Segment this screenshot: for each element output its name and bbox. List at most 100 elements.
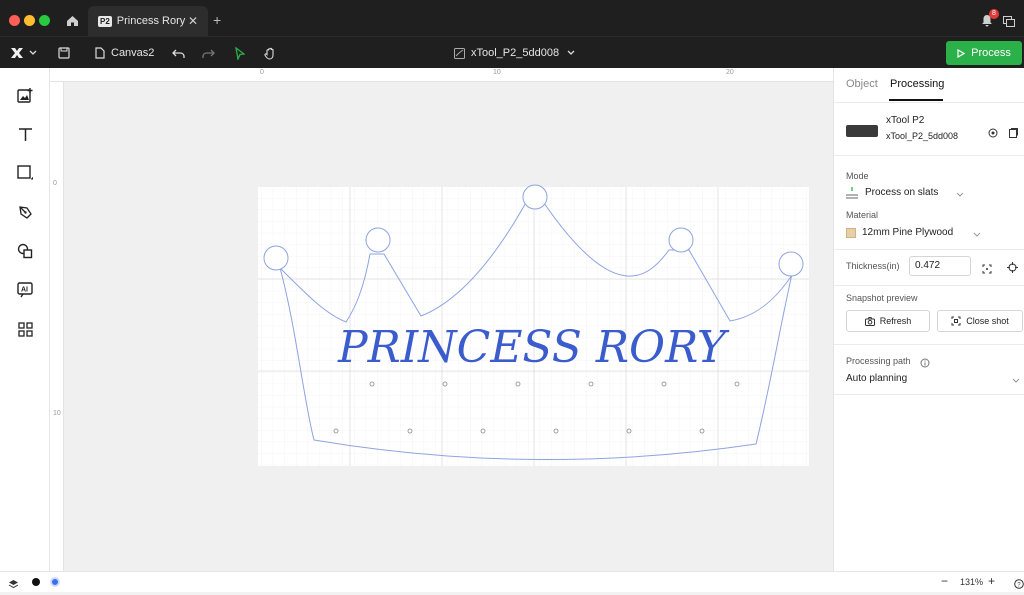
chevron-down-icon (956, 192, 964, 197)
ruler-top: 0 10 20 (50, 68, 833, 82)
save-button[interactable] (58, 37, 70, 69)
left-toolbar: AI (0, 68, 50, 571)
crown-ball (263, 245, 289, 271)
copy-icon[interactable] (1009, 125, 1018, 143)
mode-dropdown[interactable]: Process on slats (846, 185, 1024, 201)
measure-icon[interactable] (982, 261, 992, 279)
crown-ball (668, 227, 694, 253)
help-icon[interactable]: ? (1014, 576, 1024, 594)
design-canvas[interactable]: PRINCESS RORY (64, 82, 833, 571)
close-window-button[interactable] (9, 15, 20, 26)
processing-path-dropdown[interactable]: Auto planning (846, 371, 1024, 387)
thickness-input[interactable]: 0.472 (909, 256, 971, 276)
status-bar: − 131% + ? (0, 571, 1024, 592)
device-model: xTool P2 (886, 115, 925, 126)
snapshot-label: Snapshot preview (846, 293, 918, 303)
close-shot-button[interactable]: Close shot (937, 310, 1023, 332)
shapes-icon (17, 243, 33, 259)
new-tab-icon[interactable]: + (213, 12, 221, 28)
image-add-icon (17, 87, 33, 103)
crown-ball (778, 251, 804, 277)
chevron-down-icon (973, 232, 981, 237)
camera-icon (864, 316, 875, 326)
home-tab[interactable] (58, 8, 86, 34)
document-tab[interactable]: P2 Princess Rory ✕ (88, 6, 208, 36)
redo-icon (202, 49, 215, 58)
elements-button[interactable] (15, 241, 35, 261)
tab-title: Princess Rory (116, 15, 186, 27)
canvas-area[interactable]: PRINCESS RORY (64, 82, 833, 571)
refresh-button[interactable]: Refresh (846, 310, 930, 332)
grid-icon (17, 321, 33, 337)
device-id: xTool_P2_5dd008 (886, 131, 959, 141)
material-value: 12mm Pine Plywood (862, 227, 954, 238)
toolbar: Canvas2 xTool_P2_5dd008 Process (0, 36, 1024, 68)
svg-text:AI: AI (21, 287, 28, 294)
shape-tool-button[interactable] (15, 163, 35, 183)
color-swatch-blue[interactable] (50, 577, 60, 587)
pen-tool-button[interactable] (15, 202, 35, 222)
home-icon (66, 16, 78, 26)
process-label: Process (971, 47, 1011, 59)
undo-button[interactable] (172, 37, 185, 69)
apps-button[interactable] (15, 319, 35, 339)
tab-close-icon[interactable]: ✕ (188, 14, 198, 28)
zoom-in-icon[interactable]: + (988, 574, 995, 588)
crown-ball (365, 227, 391, 253)
tab-processing[interactable]: Processing (890, 78, 944, 90)
zoom-out-icon[interactable]: − (941, 574, 948, 588)
crosshair-icon[interactable] (1007, 260, 1018, 278)
windows-icon[interactable] (1003, 14, 1015, 32)
minimize-window-button[interactable] (24, 15, 35, 26)
device-name: xTool_P2_5dd008 (471, 47, 560, 59)
select-tool-button[interactable] (234, 37, 245, 69)
file-icon (95, 47, 105, 59)
rectangle-icon (17, 165, 33, 180)
focus-icon (951, 316, 961, 326)
layers-icon[interactable] (8, 577, 19, 595)
add-image-button[interactable] (15, 85, 35, 105)
xtool-logo-icon (11, 48, 23, 58)
chevron-down-icon (567, 50, 575, 55)
redo-button[interactable] (202, 37, 215, 69)
active-tab-underline (889, 99, 943, 101)
ruler-label: 10 (493, 69, 501, 76)
device-thumbnail (846, 125, 878, 137)
canvas-name: Canvas2 (111, 47, 155, 59)
ruler-label: 0 (53, 180, 57, 187)
title-bar: P2 Princess Rory ✕ + 8 (0, 0, 1024, 36)
hand-tool-button[interactable] (264, 37, 277, 69)
undo-icon (172, 49, 185, 58)
ruler-label: 20 (726, 69, 734, 76)
device-selector[interactable]: xTool_P2_5dd008 (454, 37, 575, 69)
canvas-name-button[interactable]: Canvas2 (95, 37, 154, 69)
refresh-label: Refresh (879, 316, 912, 326)
crown-text[interactable]: PRINCESS RORY (337, 322, 730, 373)
material-dropdown[interactable]: 12mm Pine Plywood (846, 225, 1024, 241)
thickness-label: Thickness(in) (846, 261, 900, 271)
play-icon (957, 48, 966, 58)
text-tool-button[interactable] (15, 124, 35, 144)
processing-path-value: Auto planning (846, 373, 908, 384)
target-icon[interactable] (988, 125, 998, 143)
notification-badge: 8 (989, 9, 999, 19)
material-label: Material (846, 210, 879, 220)
mode-label: Mode (846, 171, 869, 181)
material-swatch (846, 228, 856, 238)
ruler-label: 10 (53, 410, 61, 417)
ai-tool-button[interactable]: AI (15, 280, 35, 300)
color-swatch-black[interactable] (32, 578, 40, 586)
process-button[interactable]: Process (946, 41, 1022, 65)
app-menu-button[interactable] (10, 37, 37, 69)
device-icon (454, 47, 465, 59)
text-icon (18, 127, 32, 141)
close-shot-label: Close shot (966, 316, 1009, 326)
ruler-left: 0 10 (50, 82, 64, 571)
tab-object[interactable]: Object (846, 78, 878, 90)
crown-ball (522, 184, 548, 210)
processing-path-label: Processing path (846, 356, 911, 366)
maximize-window-button[interactable] (39, 15, 50, 26)
zoom-level[interactable]: 131% (960, 577, 983, 587)
slats-icon (846, 187, 858, 199)
chevron-down-icon (29, 50, 37, 55)
